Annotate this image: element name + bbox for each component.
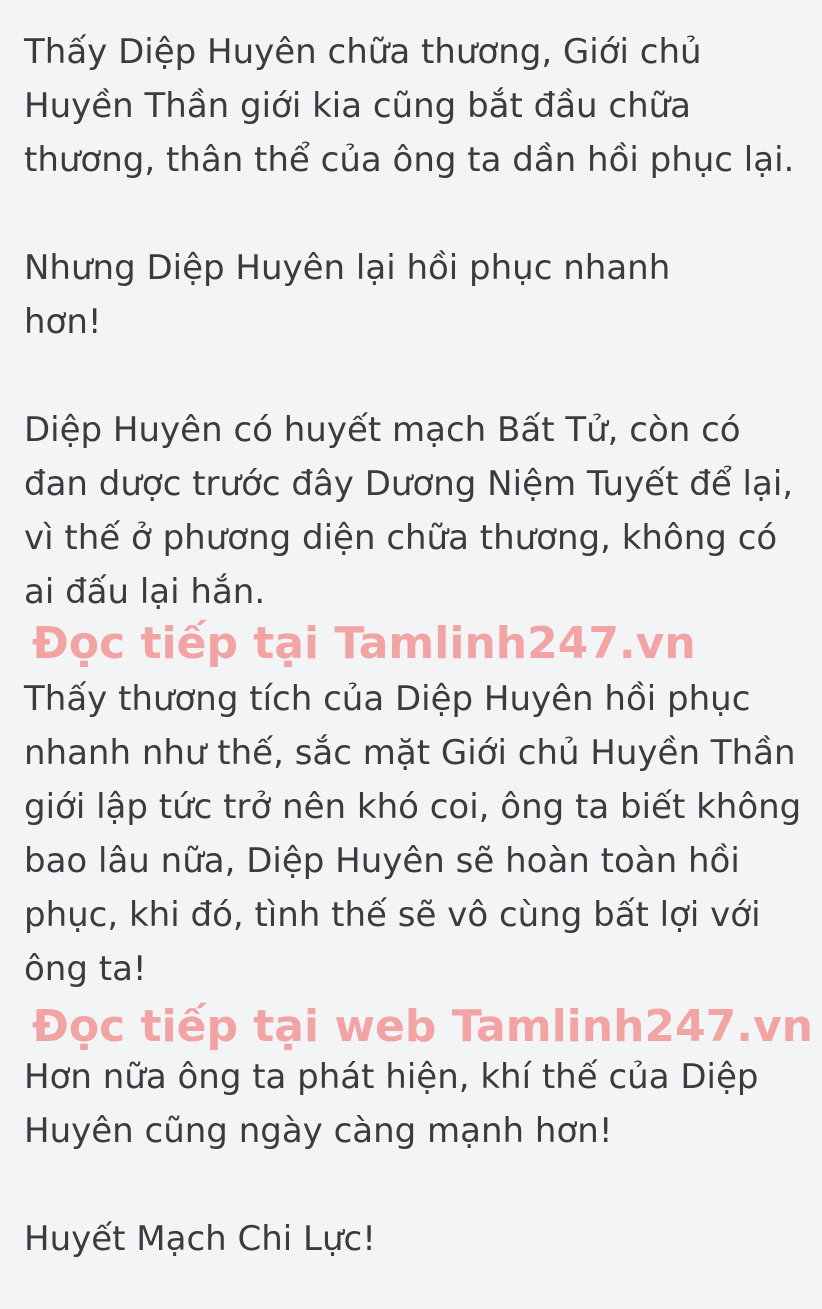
paragraph-6: Huyết Mạch Chi Lực! <box>24 1219 376 1259</box>
paragraph-3: Diệp Huyên có huyết mạch Bất Tử, còn có … <box>24 410 794 612</box>
watermark-link-1[interactable]: Đọc tiếp tại Tamlinh247.vn <box>32 617 696 671</box>
paragraph-1: Thấy Diệp Huyên chữa thương, Giới chủ Hu… <box>24 32 795 180</box>
paragraph-5: Hơn nữa ông ta phát hiện, khí thế của Di… <box>24 1057 759 1151</box>
paragraph-4: Thấy thương tích của Diệp Huyên hồi phục… <box>24 679 802 989</box>
paragraph-2: Nhưng Diệp Huyên lại hồi phục nhanh hơn! <box>24 248 671 342</box>
watermark-link-2[interactable]: Đọc tiếp tại web Tamlinh247.vn <box>32 1000 813 1054</box>
